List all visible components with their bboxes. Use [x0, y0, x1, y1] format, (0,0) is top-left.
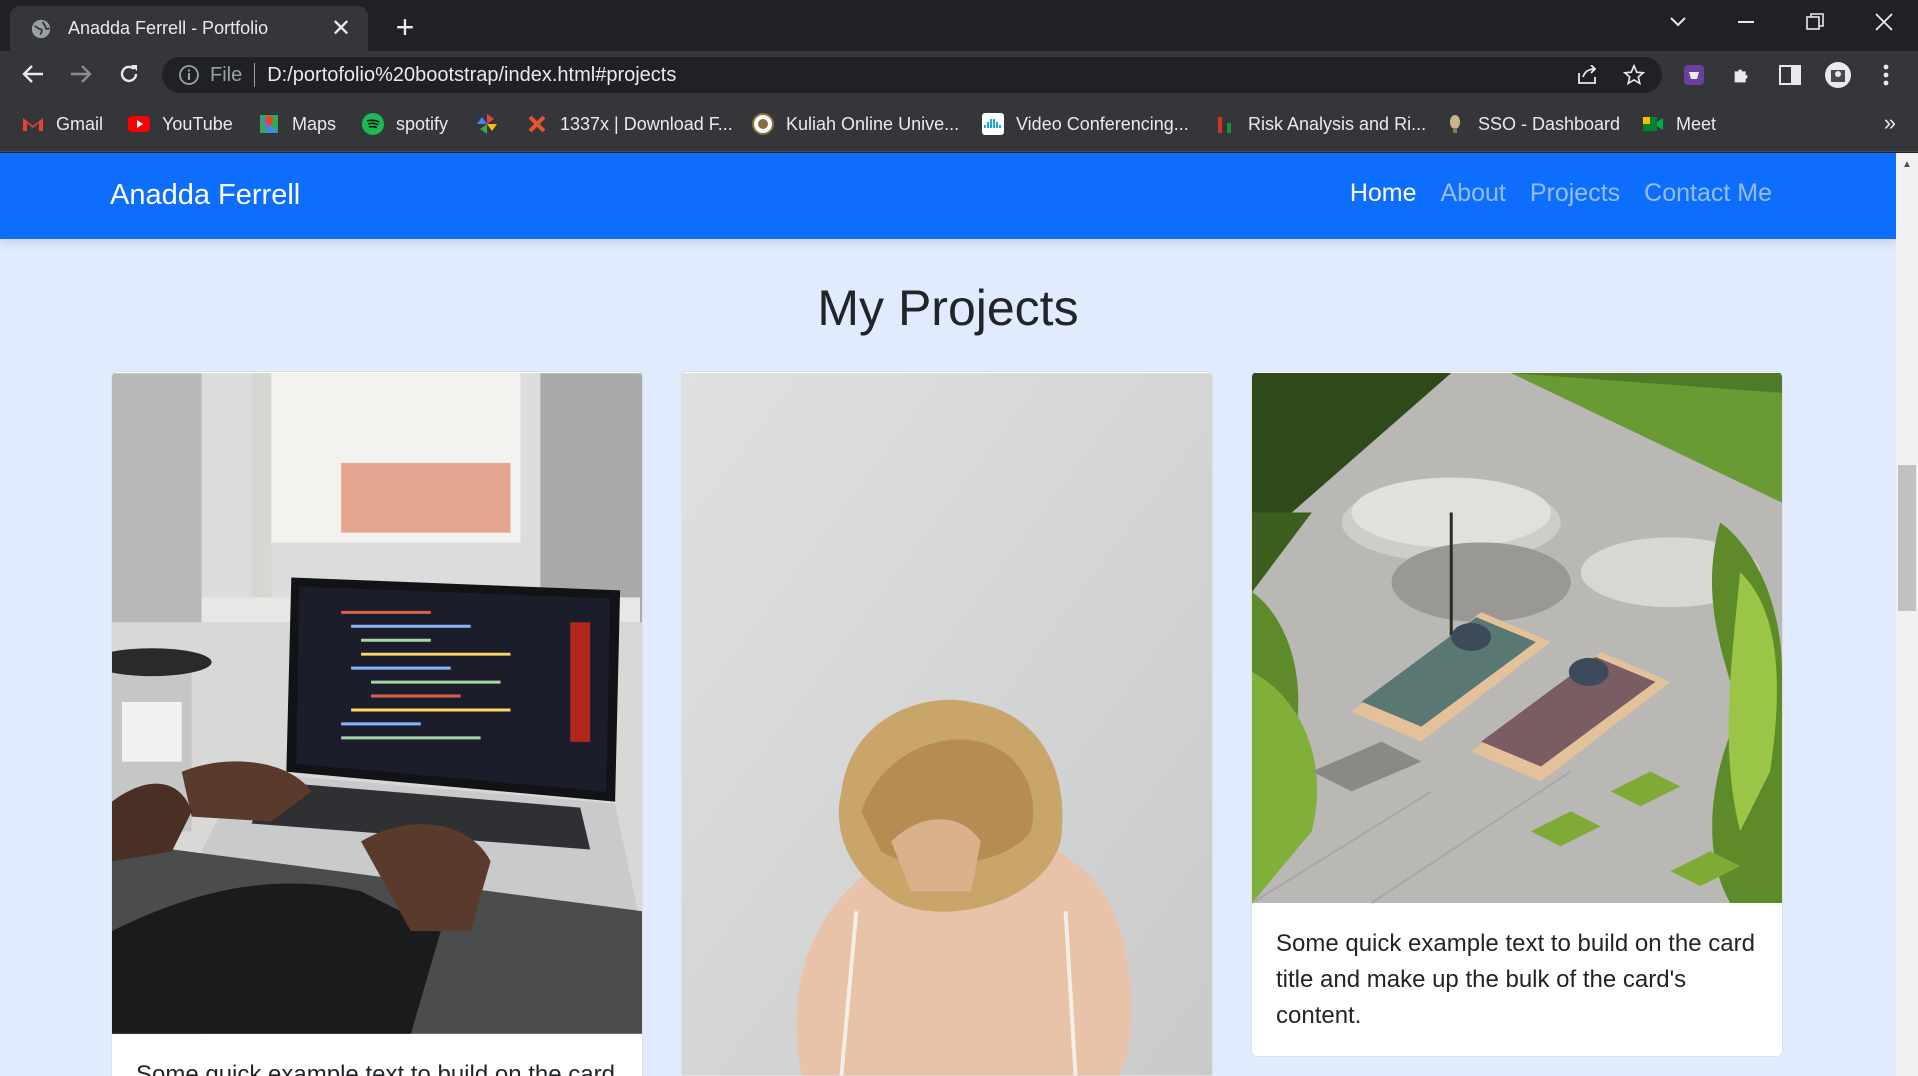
nav-link-contact[interactable]: Contact Me: [1644, 179, 1772, 208]
extension-purple-icon[interactable]: [1676, 57, 1712, 93]
url-text[interactable]: D:/portofolio%20bootstrap/index.html#pro…: [267, 64, 676, 87]
navbar-brand[interactable]: Anadda Ferrell: [110, 179, 300, 212]
meet-icon: [1642, 113, 1664, 135]
scrollbar-thumb[interactable]: [1898, 465, 1916, 611]
site-navbar: Anadda Ferrell Home About Projects Conta…: [0, 153, 1896, 239]
minimize-icon[interactable]: [1716, 0, 1776, 44]
bookmark-kuliah-online[interactable]: Kuliah Online Unive...: [752, 111, 959, 137]
globe-icon: [31, 19, 51, 38]
forward-icon[interactable]: [62, 55, 100, 93]
url-scheme: File: [210, 63, 243, 86]
project-card: Some quick example text to build on the …: [111, 371, 643, 1076]
bookmark-gmail[interactable]: Gmail: [22, 111, 103, 137]
sso-icon: [1444, 113, 1466, 135]
extensions-puzzle-icon[interactable]: [1724, 57, 1760, 93]
share-icon[interactable]: [1570, 57, 1606, 93]
card-text: Some quick example text to build on the …: [136, 1061, 615, 1076]
bookmark-youtube[interactable]: YouTube: [128, 111, 233, 137]
university-icon: [752, 113, 774, 135]
browser-tab[interactable]: Anadda Ferrell - Portfolio ✕: [10, 6, 368, 51]
bookmark-video-conferencing[interactable]: Video Conferencing...: [982, 111, 1189, 137]
bookmark-risk-analysis[interactable]: Risk Analysis and Ri...: [1214, 111, 1426, 137]
tab-title: Anadda Ferrell - Portfolio: [68, 18, 269, 38]
section-title: My Projects: [817, 280, 1079, 336]
menu-kebab-icon[interactable]: [1868, 57, 1904, 93]
nav-link-home[interactable]: Home: [1350, 179, 1417, 208]
bookmark-star-icon[interactable]: [1616, 57, 1652, 93]
info-icon[interactable]: [178, 64, 200, 86]
restore-icon[interactable]: [1785, 0, 1845, 44]
x-icon: [526, 113, 548, 135]
new-tab-icon[interactable]: +: [388, 9, 422, 45]
chart-icon: [1214, 113, 1236, 135]
cisco-icon: [982, 113, 1004, 135]
card-text: Some quick example text to build on the …: [1276, 930, 1755, 1029]
bookmark-pinwheel[interactable]: [476, 111, 510, 137]
spotify-icon: [362, 113, 384, 135]
reload-icon[interactable]: [110, 55, 148, 93]
project-card: Some quick example text to build on the …: [1251, 371, 1783, 1057]
nav-links: Home About Projects Contact Me: [1350, 179, 1772, 208]
close-window-icon[interactable]: [1854, 0, 1914, 44]
profile-avatar-icon[interactable]: [1820, 57, 1856, 93]
tab-search-icon[interactable]: [1648, 0, 1708, 44]
bookmark-meet[interactable]: Meet: [1642, 111, 1716, 137]
sun-loungers-photo: [1252, 373, 1782, 904]
nav-link-about[interactable]: About: [1441, 179, 1506, 208]
browser-toolbar: File D:/portofolio%20bootstrap/index.htm…: [0, 51, 1918, 98]
bookmark-maps[interactable]: Maps: [258, 111, 336, 137]
bookmark-sso-dashboard[interactable]: SSO - Dashboard: [1444, 111, 1620, 137]
woman-back-photo: [682, 373, 1212, 1076]
address-bar[interactable]: File D:/portofolio%20bootstrap/index.htm…: [162, 57, 1662, 93]
scroll-up-icon[interactable]: ▲: [1896, 153, 1918, 175]
laptop-code-photo: [112, 373, 642, 1034]
gmail-icon: [22, 113, 44, 135]
bookmark-spotify[interactable]: spotify: [362, 111, 448, 137]
tab-close-icon[interactable]: ✕: [328, 15, 354, 42]
project-card: [681, 371, 1213, 1076]
tab-strip: Anadda Ferrell - Portfolio ✕ +: [0, 0, 1918, 51]
nav-link-projects[interactable]: Projects: [1530, 179, 1620, 208]
bookmarks-bar: Gmail YouTube Maps spotify 1337x | Downl…: [0, 98, 1918, 152]
pinwheel-icon: [476, 113, 498, 135]
back-icon[interactable]: [14, 55, 52, 93]
bookmark-1337x[interactable]: 1337x | Download F...: [526, 111, 733, 137]
bookmarks-overflow-icon[interactable]: »: [1884, 110, 1896, 136]
youtube-icon: [128, 113, 150, 135]
url-separator: [254, 63, 256, 87]
side-panel-icon[interactable]: [1772, 57, 1808, 93]
page-viewport: Anadda Ferrell Home About Projects Conta…: [0, 153, 1918, 1076]
page-scrollbar[interactable]: ▲: [1896, 153, 1918, 1076]
maps-icon: [258, 113, 280, 135]
